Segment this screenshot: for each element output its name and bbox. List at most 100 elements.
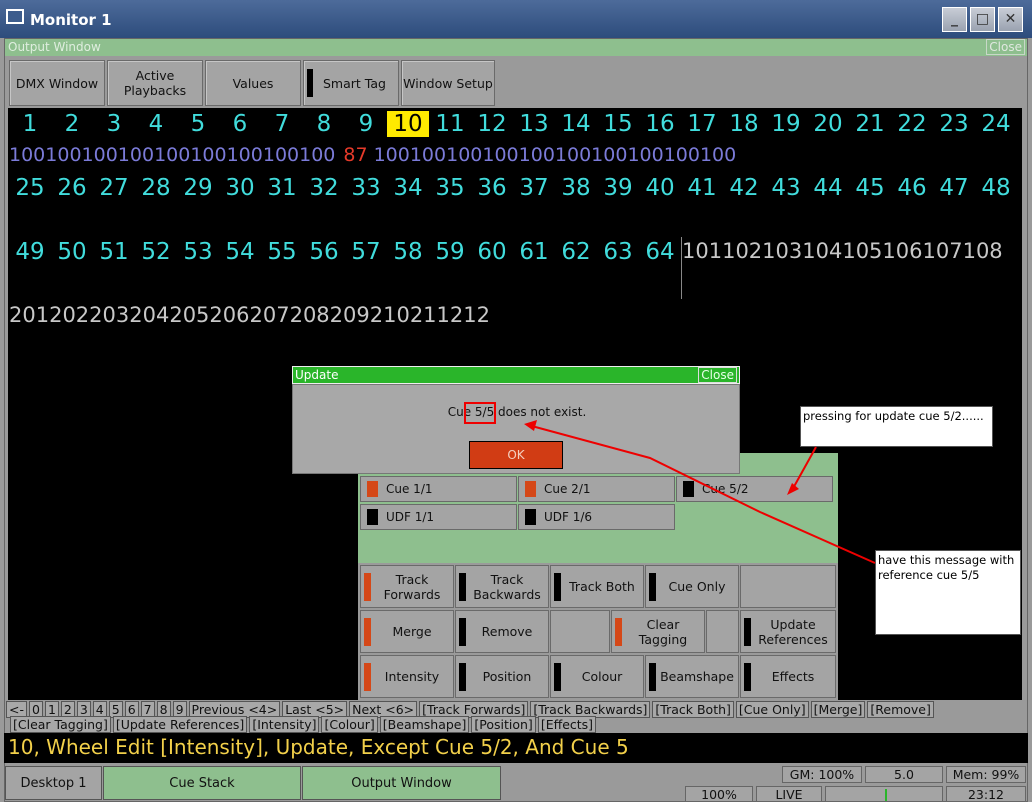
smart-tag-button[interactable]: Smart Tag — [303, 60, 399, 106]
channel-number[interactable]: 23 — [933, 111, 975, 137]
channel-number[interactable]: 21 — [849, 111, 891, 137]
function-key[interactable]: [Cue Only] — [735, 701, 809, 718]
channel-number[interactable]: 19 — [765, 111, 807, 137]
ok-button[interactable]: OK — [469, 441, 563, 469]
channel-number[interactable]: 31 — [261, 175, 303, 201]
channel-number[interactable]: 57 — [345, 239, 387, 265]
channel-number[interactable]: 20 — [807, 111, 849, 137]
channel-number[interactable]: 27 — [93, 175, 135, 201]
channel-number[interactable]: 56 — [303, 239, 345, 265]
function-key[interactable]: [Colour] — [321, 716, 378, 733]
channel-number[interactable]: 44 — [807, 175, 849, 201]
channel-number[interactable]: 55 — [261, 239, 303, 265]
channel-number[interactable]: 45 — [849, 175, 891, 201]
channel-number[interactable]: 11 — [429, 111, 471, 137]
channel-number[interactable]: 12 — [471, 111, 513, 137]
channel-number[interactable]: 34 — [387, 175, 429, 201]
channel-number[interactable]: 47 — [933, 175, 975, 201]
function-key[interactable]: [Clear Tagging] — [10, 716, 111, 733]
channel-number[interactable]: 59 — [429, 239, 471, 265]
remove-button[interactable]: Remove — [455, 610, 549, 653]
channel-number[interactable]: 39 — [597, 175, 639, 201]
channel-number[interactable]: 1 — [9, 111, 51, 137]
channel-number[interactable]: 18 — [723, 111, 765, 137]
channel-number[interactable]: 17 — [681, 111, 723, 137]
output-close-button[interactable]: Close — [986, 39, 1025, 55]
channel-number[interactable]: 53 — [177, 239, 219, 265]
channel-number[interactable]: 8 — [303, 111, 345, 137]
track-both-button[interactable]: Track Both — [550, 565, 644, 608]
cue-button[interactable]: Cue 5/2 — [676, 476, 833, 502]
function-key[interactable]: [Update References] — [112, 716, 248, 733]
merge-button[interactable]: Merge — [360, 610, 454, 653]
colour-button[interactable]: Colour — [550, 655, 644, 698]
channel-number[interactable]: 60 — [471, 239, 513, 265]
channel-number[interactable]: 7 — [261, 111, 303, 137]
update-dialog-close-button[interactable]: Close — [698, 367, 737, 383]
channel-number[interactable]: 36 — [471, 175, 513, 201]
track-forwards-button[interactable]: Track Forwards — [360, 565, 454, 608]
cue-button[interactable]: Cue 1/1 — [360, 476, 517, 502]
channel-number[interactable]: 42 — [723, 175, 765, 201]
cue-button[interactable]: Cue 2/1 — [518, 476, 675, 502]
beamshape-button[interactable]: Beamshape — [645, 655, 739, 698]
function-key[interactable]: [Track Both] — [652, 701, 734, 718]
channel-number[interactable]: 29 — [177, 175, 219, 201]
position-button[interactable]: Position — [455, 655, 549, 698]
channel-number[interactable]: 63 — [597, 239, 639, 265]
cue-only-button[interactable]: Cue Only — [645, 565, 739, 608]
output-window-tab[interactable]: Output Window — [302, 766, 501, 800]
channel-number[interactable]: 22 — [891, 111, 933, 137]
channel-number[interactable]: 50 — [51, 239, 93, 265]
function-key[interactable]: [Beamshape] — [379, 716, 470, 733]
channel-number[interactable]: 43 — [765, 175, 807, 201]
cue-button[interactable]: UDF 1/6 — [518, 504, 675, 530]
channel-number[interactable]: 33 — [345, 175, 387, 201]
channel-number[interactable]: 4 — [135, 111, 177, 137]
channel-number[interactable]: 26 — [51, 175, 93, 201]
channel-number[interactable]: 15 — [597, 111, 639, 137]
desktop-1-button[interactable]: Desktop 1 — [5, 766, 102, 800]
intensity-button[interactable]: Intensity — [360, 655, 454, 698]
channel-number[interactable]: 2 — [51, 111, 93, 137]
channel-number[interactable]: 62 — [555, 239, 597, 265]
channel-number[interactable]: 35 — [429, 175, 471, 201]
channel-number[interactable]: 3 — [93, 111, 135, 137]
channel-number[interactable]: 24 — [975, 111, 1017, 137]
function-key[interactable]: [Merge] — [810, 701, 866, 718]
cue-button[interactable]: UDF 1/1 — [360, 504, 517, 530]
channel-number[interactable]: 32 — [303, 175, 345, 201]
channel-number[interactable]: 48 — [975, 175, 1017, 201]
function-key[interactable]: [Effects] — [537, 716, 597, 733]
close-icon[interactable]: ✕ — [998, 7, 1023, 32]
function-key[interactable]: [Position] — [471, 716, 536, 733]
channel-number[interactable]: 9 — [345, 111, 387, 137]
effects-button[interactable]: Effects — [740, 655, 836, 698]
function-key[interactable]: [Intensity] — [249, 716, 320, 733]
active-playbacks-button[interactable]: Active Playbacks — [107, 60, 203, 106]
channel-number[interactable]: 49 — [9, 239, 51, 265]
dmx-window-button[interactable]: DMX Window — [9, 60, 105, 106]
channel-number[interactable]: 16 — [639, 111, 681, 137]
channel-number[interactable]: 10 — [387, 111, 429, 137]
channel-number[interactable]: 51 — [93, 239, 135, 265]
channel-number[interactable]: 6 — [219, 111, 261, 137]
channel-number[interactable]: 40 — [639, 175, 681, 201]
values-button[interactable]: Values — [205, 60, 301, 106]
channel-number[interactable]: 61 — [513, 239, 555, 265]
channel-number[interactable]: 5 — [177, 111, 219, 137]
channel-number[interactable]: 41 — [681, 175, 723, 201]
clear-tagging-button[interactable]: Clear Tagging — [611, 610, 705, 653]
channel-number[interactable]: 46 — [891, 175, 933, 201]
channel-number[interactable]: 30 — [219, 175, 261, 201]
command-line[interactable]: 10, Wheel Edit [Intensity], Update, Exce… — [4, 733, 1028, 763]
minimize-icon[interactable]: _ — [942, 7, 967, 32]
channel-number[interactable]: 25 — [9, 175, 51, 201]
channel-number[interactable]: 38 — [555, 175, 597, 201]
channel-number[interactable]: 14 — [555, 111, 597, 137]
update-references-button[interactable]: Update References — [740, 610, 836, 653]
cue-stack-tab[interactable]: Cue Stack — [103, 766, 301, 800]
channel-number[interactable]: 52 — [135, 239, 177, 265]
window-setup-button[interactable]: Window Setup — [401, 60, 495, 106]
function-key[interactable]: [Remove] — [867, 701, 934, 718]
